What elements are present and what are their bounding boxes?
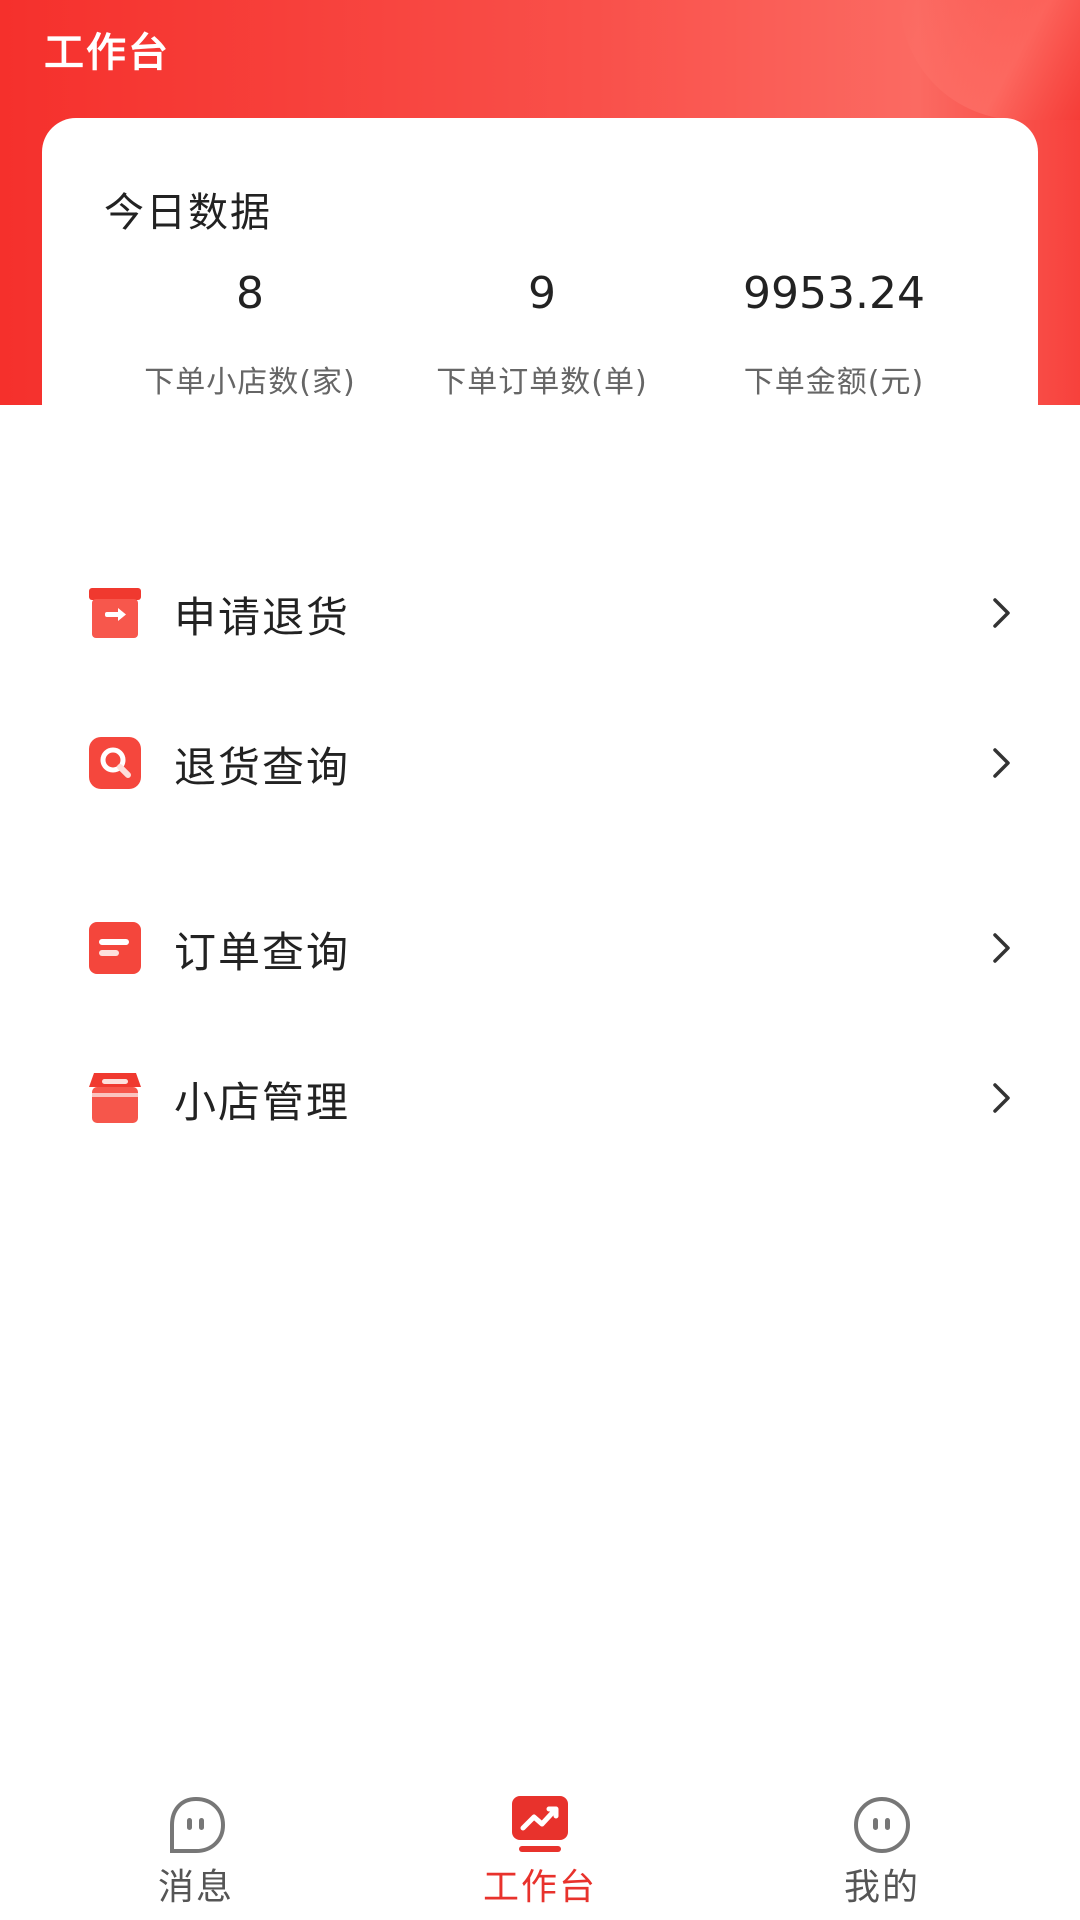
stat-value: 9 <box>528 268 556 319</box>
page-title: 工作台 <box>44 30 170 76</box>
message-icon <box>170 1796 226 1853</box>
tab-label: 消息 <box>157 1867 234 1908</box>
tab-mine[interactable]: 我的 <box>782 1794 982 1910</box>
stat-order-amount: 9953.24 下单金额(元) <box>684 268 984 401</box>
chart-trend-icon <box>512 1796 568 1852</box>
stat-label: 下单小店数(家) <box>144 365 356 400</box>
menu-item-label: 小店管理 <box>174 1078 351 1127</box>
today-data-card: 今日数据 8 下单小店数(家) 9 下单订单数(单) 9953.24 下单金额(… <box>42 118 1038 438</box>
return-box-icon <box>89 588 141 638</box>
menu-item-store-management[interactable]: 小店管理 <box>0 1043 1080 1153</box>
menu-item-return-query[interactable]: 退货查询 <box>0 708 1080 818</box>
bottom-tab-bar: 消息 工作台 我的 <box>0 1780 1080 1920</box>
today-data-title: 今日数据 <box>104 190 272 236</box>
tab-label: 工作台 <box>482 1867 597 1908</box>
search-icon <box>89 737 141 789</box>
store-icon <box>89 1073 141 1123</box>
menu-item-label: 申请退货 <box>174 593 351 642</box>
stat-label: 下单金额(元) <box>743 365 925 400</box>
menu-item-order-query[interactable]: 订单查询 <box>0 893 1080 1003</box>
menu-item-label: 订单查询 <box>174 928 351 977</box>
chevron-right-icon <box>993 1083 1010 1113</box>
tab-label: 我的 <box>843 1867 920 1908</box>
chevron-right-icon <box>993 748 1010 778</box>
menu-item-label: 退货查询 <box>174 743 351 792</box>
order-list-icon <box>89 922 141 974</box>
stat-value: 9953.24 <box>743 268 925 319</box>
menu-item-apply-return[interactable]: 申请退货 <box>0 558 1080 668</box>
chevron-right-icon <box>993 933 1010 963</box>
tab-workbench[interactable]: 工作台 <box>440 1794 640 1910</box>
stat-label: 下单订单数(单) <box>436 365 648 400</box>
stat-order-count: 9 下单订单数(单) <box>392 268 692 401</box>
chevron-right-icon <box>993 598 1010 628</box>
profile-icon <box>854 1797 910 1853</box>
tab-messages[interactable]: 消息 <box>96 1794 296 1910</box>
stat-shop-count: 8 下单小店数(家) <box>100 268 400 401</box>
stat-value: 8 <box>236 268 264 319</box>
header-sheen <box>900 0 1080 120</box>
